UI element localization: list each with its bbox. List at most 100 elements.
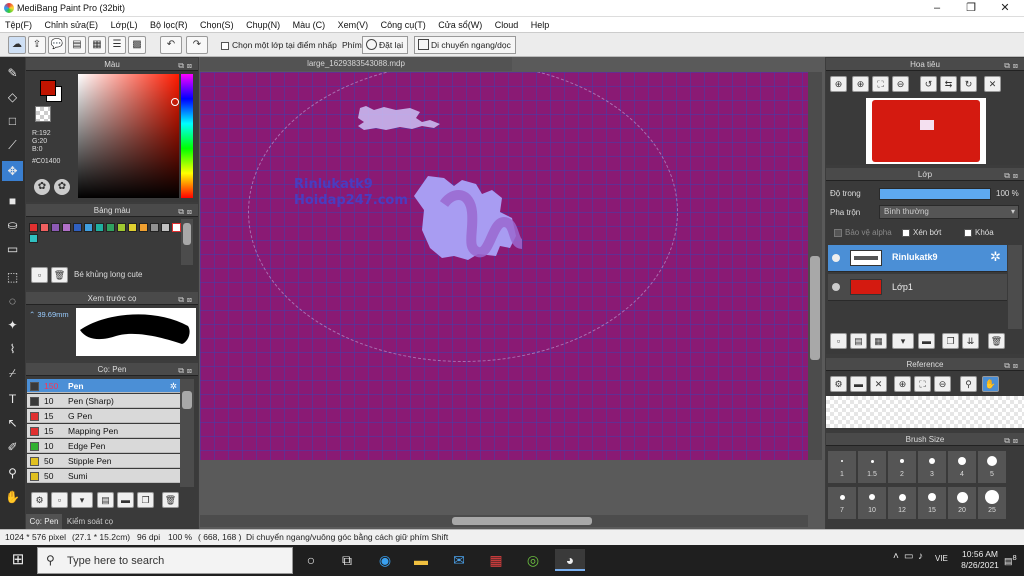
windows-start-icon[interactable]: ⊞ xyxy=(7,549,29,571)
gear-icon[interactable]: ✲ xyxy=(990,249,1001,265)
menu-file[interactable]: Tệp(F) xyxy=(0,17,37,33)
language-indicator[interactable]: VIE xyxy=(935,554,948,563)
store-icon[interactable]: ▦ xyxy=(485,549,507,571)
new-layer-8bit-icon[interactable]: ▦ xyxy=(870,333,887,349)
brush-item-pen-sharp[interactable]: 10 Pen (Sharp) xyxy=(27,394,180,408)
brush-item-edge-pen[interactable]: 10 Edge Pen xyxy=(27,439,180,453)
delete-palette-icon[interactable]: 🗑 xyxy=(51,267,68,283)
brush-tool-icon[interactable]: ✎ xyxy=(2,63,23,83)
brush-menu-icon[interactable]: ▾ xyxy=(71,492,93,508)
palette-swatch[interactable] xyxy=(106,223,115,232)
list-icon[interactable]: ☰ xyxy=(108,36,126,54)
drawing-canvas[interactable]: Rinlukatk9 Hoidap247.com xyxy=(200,72,808,460)
brush-size-cell[interactable]: 4 xyxy=(948,451,976,483)
bucket-tool-icon[interactable]: ⛀ xyxy=(2,215,23,235)
brush-import-icon[interactable]: ▤ xyxy=(97,492,114,508)
layer-folder-icon[interactable]: ▬ xyxy=(918,333,935,349)
new-brush-icon[interactable]: ▫ xyxy=(51,492,68,508)
magic-wand-tool-icon[interactable]: ✦ xyxy=(2,315,23,335)
color-sliders-icon[interactable]: ✿ xyxy=(54,179,70,195)
lock-checkbox[interactable]: Khóa xyxy=(964,228,994,237)
canvas-vertical-scrollbar[interactable] xyxy=(808,72,822,460)
select-layer-checkbox[interactable]: Chọn một lớp tại điểm nhấp xyxy=(221,36,337,54)
brush-size-cell[interactable]: 15 xyxy=(918,487,946,519)
document-icon[interactable]: ▦ xyxy=(88,36,106,54)
zoom-in-icon[interactable]: ⊕ xyxy=(852,76,869,92)
blend-mode-select[interactable]: Bình thường ▾ xyxy=(879,205,1019,219)
layer-scrollbar[interactable] xyxy=(1008,245,1022,329)
operation-tool-icon[interactable]: ↖ xyxy=(2,413,23,433)
delete-layer-icon[interactable]: 🗑 xyxy=(988,333,1005,349)
add-brush-icon[interactable]: ⚙ xyxy=(31,492,48,508)
color-wheel-icon[interactable]: ✿ xyxy=(34,179,50,195)
brush-size-cell[interactable]: 2 xyxy=(888,451,916,483)
move-button[interactable]: Di chuyển ngang/dọc xyxy=(414,36,516,54)
foreground-color[interactable] xyxy=(40,80,56,96)
system-tray-chevron-icon[interactable]: ˄ xyxy=(893,551,899,562)
brush-item-stipple-pen[interactable]: 50 Stipple Pen xyxy=(27,454,180,468)
layer-row-lop1[interactable]: Lớp1 xyxy=(828,274,1007,301)
menu-tools[interactable]: Công cụ(T) xyxy=(376,17,431,33)
brush-size-cell[interactable]: 12 xyxy=(888,487,916,519)
app-icon-green[interactable]: ◎ xyxy=(522,549,544,571)
brush-size-cell[interactable]: 10 xyxy=(858,487,886,519)
palette-swatch[interactable] xyxy=(139,223,148,232)
brush-folder-icon[interactable]: ▬ xyxy=(117,492,134,508)
menu-window[interactable]: Cửa sổ(W) xyxy=(433,17,487,33)
menu-snap[interactable]: Chụp(N) xyxy=(241,17,285,33)
palette-swatch[interactable] xyxy=(62,223,71,232)
menu-edit[interactable]: Chỉnh sửa(E) xyxy=(40,17,104,33)
brush-duplicate-icon[interactable]: ❐ xyxy=(137,492,154,508)
menu-view[interactable]: Xem(V) xyxy=(333,17,374,33)
palette-swatch[interactable] xyxy=(117,223,126,232)
move-tool-icon[interactable]: ✥ xyxy=(2,161,23,181)
menu-cloud[interactable]: Cloud xyxy=(490,17,524,33)
palette-swatch[interactable] xyxy=(51,223,60,232)
cloud-icon[interactable]: ☁ xyxy=(8,36,26,54)
palette-swatch[interactable] xyxy=(84,223,93,232)
brush-item-pen[interactable]: 150 Pen ✲ xyxy=(27,379,180,393)
hand-tool-icon[interactable]: ✋ xyxy=(2,487,23,507)
document-tab[interactable]: large_1629383543088.mdp xyxy=(200,57,512,71)
brush-size-cell[interactable]: 25 xyxy=(978,487,1006,519)
navigator-preview[interactable] xyxy=(866,98,986,164)
clipping-checkbox[interactable]: Xén bớt xyxy=(902,228,941,237)
eyedropper-tool-icon[interactable]: ⚲ xyxy=(2,463,23,483)
network-icon[interactable]: ▭ xyxy=(904,551,913,562)
brush-size-cell[interactable]: 1.5 xyxy=(858,451,886,483)
menu-filter[interactable]: Bộ lọc(R) xyxy=(145,17,193,33)
rotate-right-icon[interactable]: ↻ xyxy=(960,76,977,92)
hue-slider[interactable] xyxy=(181,74,193,198)
palette-swatch[interactable] xyxy=(172,223,181,232)
brush-item-mapping-pen[interactable]: 15 Mapping Pen xyxy=(27,424,180,438)
text-tool-icon[interactable]: T xyxy=(2,389,23,409)
grid-icon[interactable]: ▩ xyxy=(128,36,146,54)
palette-swatch[interactable] xyxy=(29,223,38,232)
comment-icon[interactable]: 💬 xyxy=(48,36,66,54)
mail-icon[interactable]: ✉ xyxy=(448,549,470,571)
opacity-slider[interactable] xyxy=(879,188,991,200)
undo-icon[interactable]: ↶ xyxy=(160,36,182,54)
saturation-value-picker[interactable] xyxy=(78,74,179,198)
fill-rect-tool-icon[interactable]: ■ xyxy=(2,191,23,211)
brush-item-g-pen[interactable]: 15 G Pen xyxy=(27,409,180,423)
palette-swatch[interactable] xyxy=(29,234,38,243)
delete-brush-icon[interactable]: 🗑 xyxy=(162,492,179,508)
minimize-button[interactable]: – xyxy=(920,0,954,17)
notification-center-icon[interactable]: ▤8 xyxy=(1004,553,1017,567)
gear-icon[interactable]: ✲ xyxy=(170,379,177,393)
new-layer-icon[interactable]: ▫ xyxy=(830,333,847,349)
actual-size-icon[interactable]: ⛶ xyxy=(872,76,889,92)
maximize-button[interactable]: ❐ xyxy=(954,0,988,17)
zoom-out-icon[interactable]: ⊖ xyxy=(892,76,909,92)
alpha-protect-checkbox[interactable]: Bảo vệ alpha xyxy=(834,228,892,237)
palette-swatch[interactable] xyxy=(95,223,104,232)
new-layer-halftone-icon[interactable]: ▤ xyxy=(850,333,867,349)
new-layer-menu-icon[interactable]: ▾ xyxy=(892,333,914,349)
tab-brush[interactable]: Cọ: Pen xyxy=(26,514,62,529)
redo-icon[interactable]: ↷ xyxy=(186,36,208,54)
eye-icon[interactable] xyxy=(832,254,840,262)
duplicate-layer-icon[interactable]: ❐ xyxy=(942,333,959,349)
eye-icon[interactable] xyxy=(832,283,840,291)
reference-camera-icon[interactable]: ⚙ xyxy=(830,376,847,392)
